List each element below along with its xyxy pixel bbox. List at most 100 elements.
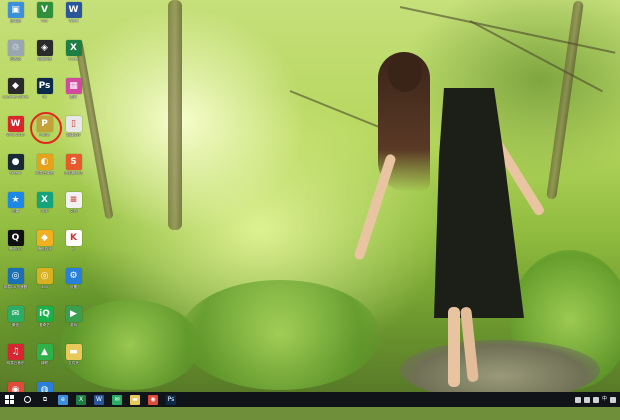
desktop-icon[interactable]: X 剪映 <box>29 190 60 230</box>
woman-figure <box>353 52 560 392</box>
head <box>388 54 422 92</box>
desktop-icon[interactable]: ◆ Counter-Strike <box>0 76 31 116</box>
black-dress <box>434 88 524 318</box>
app-icon: W <box>7 116 24 132</box>
files-icon: ▬ <box>130 394 140 405</box>
desktop-icon-label: Word <box>68 19 79 23</box>
desktop-icon[interactable]: Ps Ps <box>29 76 60 116</box>
app-icon: ★ <box>7 192 24 208</box>
taskbar-edge-button[interactable]: e <box>54 392 72 407</box>
desktop-icon[interactable]: ◎ 网易UU加速器 <box>0 266 31 306</box>
desktop-icon[interactable]: V Vim <box>29 0 60 40</box>
network-icon[interactable] <box>574 396 581 403</box>
excel-icon: X <box>76 394 86 405</box>
desktop-icon-label: Counter-Strike <box>2 95 29 99</box>
desktop-icon[interactable]: ♲ 回收站 <box>0 38 31 78</box>
app-icon: ◆ <box>7 78 24 94</box>
volume-icon[interactable] <box>583 396 590 403</box>
tree-branch <box>399 6 616 54</box>
desktop-icon[interactable]: ≡ 文档 <box>58 190 89 230</box>
app-icon: K <box>65 230 82 246</box>
desktop-icon-label: 百度网盘 <box>37 57 52 61</box>
desktop-icon[interactable]: KK <box>58 228 89 268</box>
taskbar-files-button[interactable]: ▬ <box>126 392 144 407</box>
left-leg <box>448 307 460 387</box>
desktop-icon-label: Ps <box>42 95 47 99</box>
desktop-icon[interactable]: ◎ 360 <box>29 266 60 306</box>
desktop-icon-label: Steam <box>9 171 22 175</box>
desktop-icon-label: 爱奇艺 <box>39 323 50 327</box>
search-icon <box>23 396 31 403</box>
desktop-icon[interactable]: X Excel <box>58 38 89 78</box>
desktop-icon[interactable]: ▲ 绿联 <box>29 342 60 382</box>
language-indicator[interactable]: 中 <box>602 392 607 407</box>
desktop-icon-label: 网易云音乐 <box>6 361 25 365</box>
desktop-icon[interactable]: iQ 爱奇艺 <box>29 304 60 344</box>
desktop-icon[interactable]: ▯ 新建文件 <box>58 114 89 154</box>
app-icon: ◐ <box>36 154 53 170</box>
desktop-icon-label: Vim <box>41 19 48 23</box>
desktop-icon[interactable]: ▦ 图片 <box>58 76 89 116</box>
desktop-icon-label: 文件夹 <box>68 361 79 365</box>
desktop-icon-label: 剪映 <box>40 209 49 213</box>
taskbar: ⧉ e X W ✉ ▬ ◉ Ps 中 <box>0 392 620 407</box>
desktop-icon[interactable]: ◐ 网易云课堂 <box>29 152 60 192</box>
desktop-icon[interactable]: Q 腾讯QQ <box>0 228 31 268</box>
taskbar-wechat-button[interactable]: ✉ <box>108 392 126 407</box>
desktop-icon-label: 腾讯QQ <box>9 247 22 251</box>
taskbar-excel-button[interactable]: X <box>72 392 90 407</box>
app-icon: X <box>65 40 82 56</box>
desktop-icon-label: WPS 2019 <box>6 133 25 137</box>
app-icon: ◎ <box>36 268 53 284</box>
taskbar-word-button[interactable]: W <box>90 392 108 407</box>
desktop-icon[interactable]: ● Steam <box>0 152 31 192</box>
desktop-icon-label: 360 <box>41 285 48 289</box>
battery-icon[interactable] <box>592 396 599 403</box>
app-icon: Q <box>7 230 24 246</box>
desktop-icon-label: 图片 <box>69 95 78 99</box>
desktop-icon-label: 搜狗输入法 <box>64 171 83 175</box>
desktop-icon[interactable]: ◆ 腾讯游戏 <box>29 228 60 268</box>
desktop-icon-label: 网易UU加速器 <box>3 285 28 289</box>
app-icon: W <box>65 2 82 18</box>
desktop-icon-label: 腾讯游戏 <box>37 247 52 251</box>
desktop-icon-label: 微信 <box>11 323 20 327</box>
wechat-icon: ✉ <box>112 394 122 405</box>
app-icon: X <box>36 192 53 208</box>
desktop-icon[interactable]: ★ 迅雷 <box>0 190 31 230</box>
desktop-icon[interactable]: ▣ 此电脑 <box>0 0 31 40</box>
photoshop-icon: Ps <box>166 394 176 405</box>
desktop-icon-label: 设置 <box>69 285 78 289</box>
taskview-icon: ⧉ <box>42 395 48 403</box>
desktop-icon-label: K <box>72 247 75 251</box>
search-button[interactable] <box>18 392 36 407</box>
app-icon: ◆ <box>36 230 53 246</box>
desktop-icon[interactable]: ◈ 百度网盘 <box>29 38 60 78</box>
start-button[interactable] <box>0 392 18 407</box>
desktop-icon-label: 文档 <box>69 209 78 213</box>
desktop-icon-label: 迅雷 <box>11 209 20 213</box>
taskbar-photoshop-button[interactable]: Ps <box>162 392 180 407</box>
word-icon: W <box>94 394 104 405</box>
desktop-wallpaper <box>0 0 620 392</box>
desktop-icon[interactable]: ▶ 游戏 <box>58 304 89 344</box>
app-icon: ▦ <box>65 78 82 94</box>
desktop-icon[interactable]: ▬ 文件夹 <box>58 342 89 382</box>
app-icon: ▲ <box>36 344 53 360</box>
app-icon: ▬ <box>65 344 82 360</box>
desktop-icon[interactable]: ✉ 微信 <box>0 304 31 344</box>
windows-logo-icon <box>4 395 14 404</box>
app-icon: ♲ <box>7 40 24 56</box>
desktop-icon[interactable]: ♫ 网易云音乐 <box>0 342 31 382</box>
app-icon: ◈ <box>36 40 53 56</box>
desktop-icon[interactable]: W WPS 2019 <box>0 114 31 154</box>
taskbar-taskview-button[interactable]: ⧉ <box>36 392 54 407</box>
notification-icon[interactable] <box>610 396 616 403</box>
desktop-icon[interactable]: ⚙ 设置 <box>58 266 89 306</box>
app-icon: ⚙ <box>65 268 82 284</box>
taskbar-chrome-button[interactable]: ◉ <box>144 392 162 407</box>
desktop-icon[interactable]: S 搜狗输入法 <box>58 152 89 192</box>
app-icon: ♫ <box>7 344 24 360</box>
app-icon: ▶ <box>65 306 82 322</box>
desktop-icon[interactable]: W Word <box>58 0 89 40</box>
